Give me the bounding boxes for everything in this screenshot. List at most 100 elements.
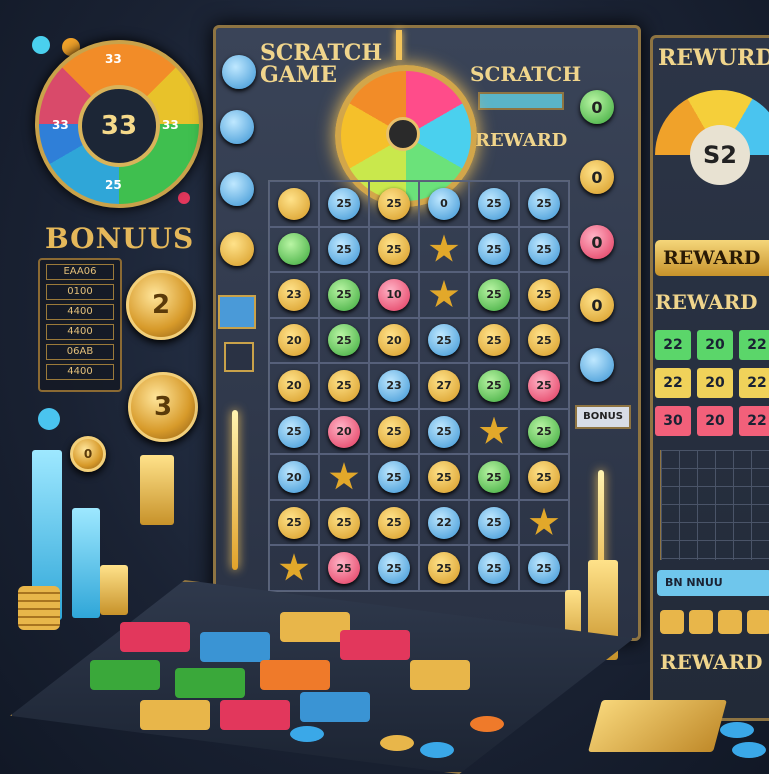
floor-tile[interactable] — [260, 660, 330, 690]
scratch-token[interactable]: 25 — [428, 552, 460, 585]
scratch-token[interactable]: 25 — [378, 415, 410, 448]
scratch-token[interactable]: 25 — [428, 461, 460, 494]
scratch-token[interactable]: 20 — [328, 415, 360, 448]
floor-tile[interactable] — [300, 692, 370, 722]
scratch-token[interactable]: 25 — [278, 415, 310, 448]
star-token[interactable] — [329, 462, 359, 490]
star-token[interactable] — [529, 507, 559, 535]
floor-tile[interactable] — [175, 668, 245, 698]
star-token[interactable] — [429, 234, 459, 262]
scratch-token[interactable]: 25 — [328, 506, 360, 539]
game-chip[interactable] — [420, 742, 454, 758]
scratch-token[interactable]: 25 — [528, 233, 560, 266]
scratch-token[interactable]: 25 — [278, 506, 310, 539]
bonus-coin-3[interactable]: 3 — [128, 372, 198, 442]
scratch-token[interactable]: 25 — [528, 461, 560, 494]
scratch-token[interactable]: 25 — [528, 187, 560, 220]
scratch-token[interactable]: 0 — [428, 187, 460, 220]
reward-button[interactable]: REWARD — [655, 240, 769, 276]
scratch-token[interactable]: 25 — [378, 552, 410, 585]
reward-tile[interactable]: 30 — [655, 406, 691, 436]
bonus-row[interactable]: EAA06 — [46, 264, 114, 280]
game-chip[interactable] — [470, 716, 504, 732]
reward-tile[interactable]: 22 — [739, 368, 769, 398]
scratch-token[interactable]: 20 — [278, 324, 310, 357]
scratch-token[interactable]: 25 — [378, 233, 410, 266]
floor-tile[interactable] — [140, 700, 210, 730]
scratch-token[interactable] — [278, 233, 310, 266]
scratch-token[interactable]: 25 — [478, 369, 510, 402]
scratch-token[interactable]: 20 — [278, 369, 310, 402]
scratch-token[interactable]: 25 — [478, 552, 510, 585]
reward-chip[interactable] — [747, 610, 769, 634]
side-token[interactable] — [220, 172, 254, 206]
star-token[interactable] — [479, 416, 509, 444]
floor-tile[interactable] — [340, 630, 410, 660]
side-token-right[interactable] — [580, 348, 614, 382]
reward-chip[interactable] — [689, 610, 713, 634]
side-token-right[interactable]: 0 — [580, 160, 614, 194]
scratch-token[interactable]: 23 — [378, 369, 410, 402]
game-chip[interactable] — [732, 742, 766, 758]
side-token[interactable] — [220, 110, 254, 144]
scratch-token[interactable]: 25 — [378, 187, 410, 220]
floor-tile[interactable] — [120, 622, 190, 652]
scratch-token[interactable]: 25 — [328, 187, 360, 220]
scratch-token[interactable]: 25 — [328, 369, 360, 402]
star-token[interactable] — [279, 553, 309, 581]
reward-tile[interactable]: 20 — [697, 330, 733, 360]
floor-tile[interactable] — [220, 700, 290, 730]
reward-chip[interactable] — [718, 610, 742, 634]
scratch-token[interactable]: 25 — [478, 324, 510, 357]
game-chip[interactable] — [380, 735, 414, 751]
side-token-right[interactable]: 0 — [580, 225, 614, 259]
scratch-token[interactable]: 25 — [378, 461, 410, 494]
bonus-row[interactable]: 06AB — [46, 344, 114, 360]
scratch-token[interactable]: 25 — [378, 506, 410, 539]
scratch-token[interactable]: 25 — [528, 552, 560, 585]
scratch-token[interactable]: 25 — [328, 552, 360, 585]
bonus-row[interactable]: 0100 — [46, 284, 114, 300]
scratch-token[interactable]: 25 — [478, 461, 510, 494]
bonus-coin-2[interactable]: 2 — [126, 270, 196, 340]
golden-card[interactable] — [588, 700, 727, 752]
scratch-token[interactable]: 25 — [428, 324, 460, 357]
scratch-token[interactable]: 25 — [428, 415, 460, 448]
scratch-token[interactable]: 25 — [528, 278, 560, 311]
scratch-token[interactable]: 20 — [378, 324, 410, 357]
side-token-right[interactable]: 0 — [580, 90, 614, 124]
bonus-row[interactable]: 4400 — [46, 324, 114, 340]
reward-tile[interactable]: 22 — [739, 330, 769, 360]
reward-tile[interactable]: 20 — [697, 368, 733, 398]
scratch-token[interactable]: 10 — [378, 278, 410, 311]
scratch-token[interactable]: 23 — [278, 278, 310, 311]
game-chip[interactable] — [720, 722, 754, 738]
scratch-token[interactable]: 22 — [428, 506, 460, 539]
scratch-token[interactable]: 25 — [478, 187, 510, 220]
star-token[interactable] — [429, 279, 459, 308]
scratch-token[interactable]: 25 — [328, 324, 360, 357]
game-chip[interactable] — [290, 726, 324, 742]
reward-chip[interactable] — [660, 610, 684, 634]
scratch-token[interactable]: 25 — [478, 233, 510, 266]
scratch-token[interactable]: 25 — [528, 369, 560, 402]
bonus-row[interactable]: 4400 — [46, 364, 114, 380]
scratch-token[interactable]: 25 — [328, 233, 360, 266]
reward-bar[interactable]: BN NNUU — [657, 570, 769, 596]
scratch-token[interactable]: 20 — [278, 461, 310, 494]
scratch-token[interactable]: 27 — [428, 369, 460, 402]
scratch-token[interactable]: 25 — [478, 506, 510, 539]
scratch-token[interactable] — [278, 187, 310, 220]
scratch-token[interactable]: 25 — [528, 415, 560, 448]
floor-tile[interactable] — [410, 660, 470, 690]
scratch-token[interactable]: 25 — [478, 278, 510, 311]
scratch-token[interactable]: 25 — [328, 278, 360, 311]
reward-tile[interactable]: 22 — [655, 330, 691, 360]
bonus-row[interactable]: 4400 — [46, 304, 114, 320]
side-token[interactable] — [220, 232, 254, 266]
side-token[interactable] — [222, 55, 256, 89]
scratch-token[interactable]: 25 — [528, 324, 560, 357]
reward-tile[interactable]: 20 — [697, 406, 733, 436]
floor-tile[interactable] — [200, 632, 270, 662]
side-token-right[interactable]: 0 — [580, 288, 614, 322]
